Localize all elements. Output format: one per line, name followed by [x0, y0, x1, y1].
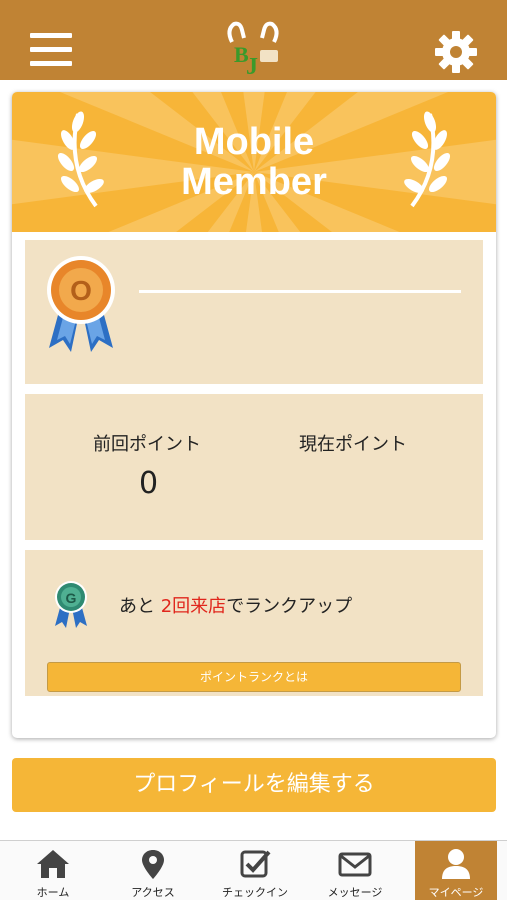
- map-pin-icon: [142, 850, 164, 879]
- rank-panel: O: [25, 240, 483, 384]
- tab-message[interactable]: メッセージ: [314, 841, 396, 900]
- next-rank-text: あと 2回来店でランクアップ: [119, 596, 353, 617]
- envelope-icon: [338, 852, 372, 877]
- hamburger-menu-icon[interactable]: [30, 33, 74, 69]
- edit-profile-button[interactable]: プロフィールを編集する: [12, 758, 496, 812]
- tab-access[interactable]: アクセス: [112, 841, 194, 900]
- home-icon: [37, 850, 69, 878]
- svg-text:J: J: [246, 54, 258, 78]
- laurel-right-icon: [404, 111, 451, 208]
- previous-points-label: 前回ポイント: [93, 434, 201, 455]
- user-icon: [442, 849, 470, 879]
- tab-checkin[interactable]: チェックイン: [214, 841, 296, 900]
- next-rank-badge-icon: G: [55, 581, 87, 628]
- member-banner: Mobile Member: [12, 92, 496, 232]
- brand-logo: B J: [227, 21, 279, 78]
- rank-medal-icon: O: [47, 256, 115, 352]
- svg-text:O: O: [70, 275, 92, 306]
- checkin-icon: [240, 850, 271, 878]
- app-header: B J: [0, 0, 507, 80]
- tab-home[interactable]: ホーム: [12, 841, 94, 900]
- svg-text:G: G: [66, 590, 77, 606]
- point-rank-info-button[interactable]: ポイントランクとは: [47, 662, 461, 692]
- current-points-label: 現在ポイント: [299, 434, 407, 455]
- next-rank-panel: G あと 2回来店でランクアップ ポイントランクとは: [25, 550, 483, 696]
- gear-icon[interactable]: [434, 30, 478, 74]
- tab-mypage[interactable]: マイページ: [415, 841, 497, 900]
- member-card: Mobile Member O 前回ポイント 0 現在ポイント G あと 2回来…: [12, 92, 496, 738]
- points-panel: 前回ポイント 0 現在ポイント: [25, 394, 483, 540]
- bottom-tab-bar: ホーム アクセス チェックイン メッセージ マイページ: [0, 840, 507, 900]
- previous-points-value: 0: [139, 466, 159, 501]
- rank-name: [139, 290, 461, 293]
